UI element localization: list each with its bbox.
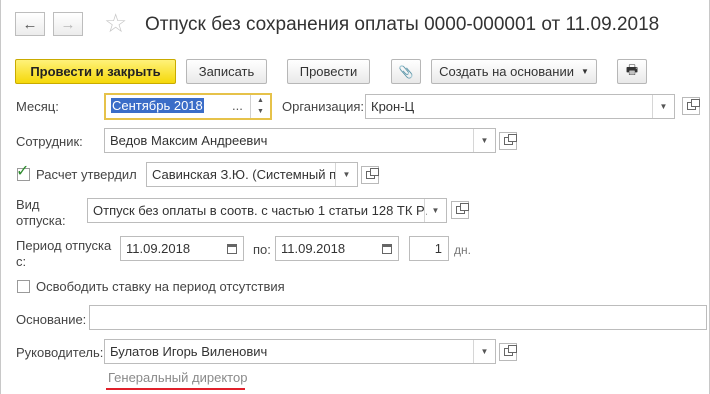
open-icon xyxy=(503,345,517,356)
leave-type-field[interactable]: Отпуск без оплаты в соотв. с частью 1 ст… xyxy=(87,198,447,223)
calendar-icon[interactable] xyxy=(376,237,398,260)
chevron-down-icon[interactable]: ▼ xyxy=(424,199,446,222)
days-field[interactable]: 1 xyxy=(409,236,449,261)
release-rate-checkbox[interactable] xyxy=(17,280,30,293)
month-select-button[interactable]: ... xyxy=(232,98,243,113)
approved-by-field[interactable]: Савинская З.Ю. (Системный п ▼ xyxy=(146,162,358,187)
period-to-field[interactable]: 11.09.2018 xyxy=(275,236,399,261)
employee-label: Сотрудник: xyxy=(16,134,83,149)
create-based-on-button[interactable]: Создать на основании ▼ xyxy=(431,59,597,84)
period-from-field[interactable]: 11.09.2018 xyxy=(120,236,244,261)
arrow-left-icon: ← xyxy=(22,15,38,33)
leave-type-label: Вид xyxy=(16,197,40,212)
release-rate-label: Освободить ставку на период отсутствия xyxy=(36,279,285,294)
month-value[interactable]: Сентябрь 2018 xyxy=(111,98,204,113)
approved-by-value: Савинская З.Ю. (Системный п xyxy=(152,167,336,182)
basis-field[interactable] xyxy=(89,305,707,330)
approved-label: Расчет утвердил xyxy=(36,167,137,182)
leave-type-value: Отпуск без оплаты в соотв. с частью 1 ст… xyxy=(93,203,427,218)
employee-field[interactable]: Ведов Максим Андреевич ▼ xyxy=(104,128,496,153)
chevron-down-icon[interactable]: ▼ xyxy=(335,163,357,186)
organization-value: Крон-Ц xyxy=(371,99,415,114)
open-approver-button[interactable] xyxy=(361,166,379,184)
open-organization-button[interactable] xyxy=(682,97,700,115)
post-and-close-button[interactable]: Провести и закрыть xyxy=(15,59,176,84)
open-icon xyxy=(365,168,379,179)
open-icon xyxy=(455,203,469,214)
basis-label: Основание: xyxy=(16,312,87,327)
open-employee-button[interactable] xyxy=(499,132,517,150)
star-icon[interactable]: ☆ xyxy=(104,8,127,38)
forward-button[interactable]: → xyxy=(53,12,83,36)
days-unit: дн. xyxy=(454,243,471,257)
save-button[interactable]: Записать xyxy=(186,59,267,84)
chevron-down-icon[interactable]: ▼ xyxy=(473,129,495,152)
paperclip-icon: 📎 xyxy=(398,64,414,79)
chevron-down-icon[interactable]: ▼ xyxy=(652,95,674,118)
arrow-right-icon: → xyxy=(60,15,76,33)
open-manager-button[interactable] xyxy=(499,343,517,361)
open-icon xyxy=(503,134,517,145)
month-label: Месяц: xyxy=(16,99,59,114)
month-spinner[interactable]: ▲ ▼ xyxy=(250,95,270,118)
back-button[interactable]: ← xyxy=(15,12,45,36)
red-underline xyxy=(106,388,245,390)
printer-icon: 🖶 xyxy=(625,61,639,77)
leave-type-label-2: отпуска: xyxy=(16,213,66,228)
manager-value: Булатов Игорь Виленович xyxy=(110,344,268,359)
page-title: Отпуск без сохранения оплаты 0000-000001… xyxy=(145,14,660,35)
print-button[interactable]: 🖶 xyxy=(617,59,647,84)
open-icon xyxy=(686,99,700,110)
open-leave-type-button[interactable] xyxy=(451,201,469,219)
period-label-from: с: xyxy=(16,254,27,269)
organization-field[interactable]: Крон-Ц ▼ xyxy=(365,94,675,119)
month-field[interactable]: Сентябрь 2018 ... ▲ ▼ xyxy=(104,93,272,120)
period-to-value: 11.09.2018 xyxy=(281,241,346,256)
period-from-value: 11.09.2018 xyxy=(126,241,191,256)
attach-button[interactable]: 📎 xyxy=(391,59,421,84)
manager-position: Генеральный директор xyxy=(108,370,248,385)
days-value: 1 xyxy=(434,241,442,256)
chevron-down-icon: ▼ xyxy=(580,67,589,76)
check-icon: ✓ xyxy=(16,163,30,180)
period-label: Период отпуска xyxy=(16,238,112,253)
post-button[interactable]: Провести xyxy=(287,59,370,84)
create-based-label: Создать на основании xyxy=(439,64,574,79)
manager-label: Руководитель: xyxy=(16,345,104,360)
organization-label: Организация: xyxy=(282,99,365,114)
employee-value: Ведов Максим Андреевич xyxy=(110,133,268,148)
chevron-down-icon[interactable]: ▼ xyxy=(473,340,495,363)
manager-field[interactable]: Булатов Игорь Виленович ▼ xyxy=(104,339,496,364)
calendar-icon[interactable] xyxy=(221,237,243,260)
period-to-label: по: xyxy=(253,242,271,257)
